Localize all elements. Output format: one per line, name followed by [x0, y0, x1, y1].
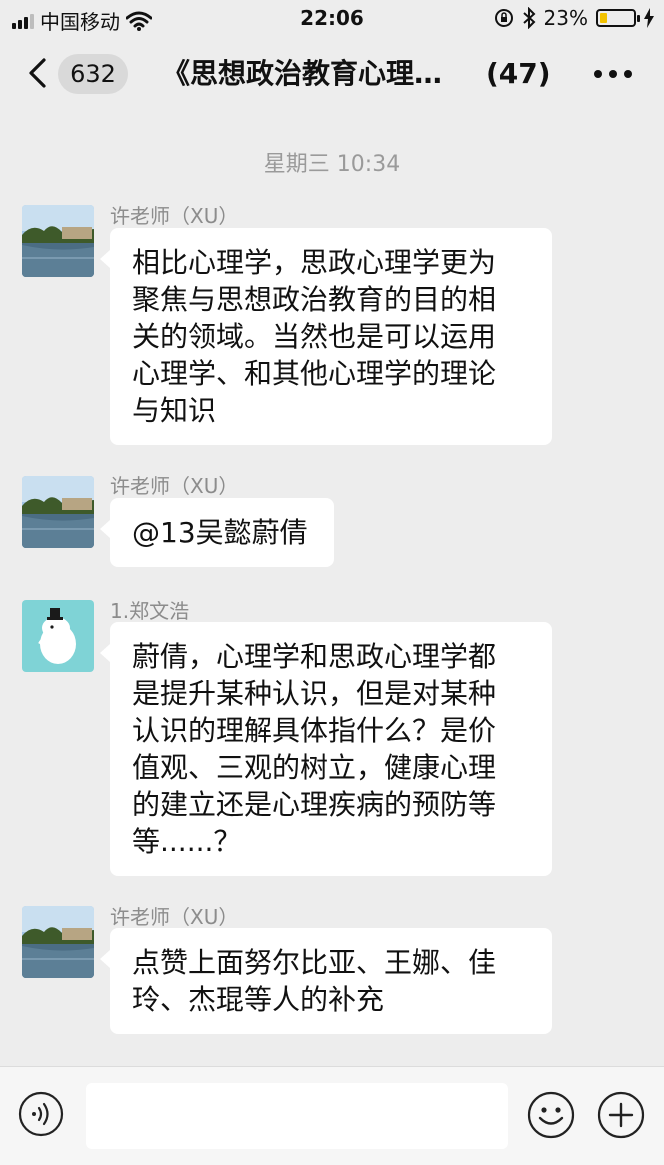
avatar[interactable] — [22, 476, 94, 548]
member-count: (47) — [486, 57, 551, 90]
message-bubble[interactable]: 点赞上面努尔比亚、王娜、佳 玲、杰琨等人的补充 — [100, 928, 552, 1034]
chat-header: 632 《思想政治教育心理… (47) — [0, 36, 664, 112]
unread-count-badge[interactable]: 632 — [58, 54, 128, 94]
message-line: 关的领域。当然也是可以运用 — [132, 320, 497, 353]
chat-title: 《思想政治教育心理… — [162, 57, 443, 90]
battery-percent: 23% — [543, 6, 588, 30]
message-line: 心理学、和其他心理学的理论 — [132, 357, 497, 390]
status-bar: 中国移动 22:06 23% — [0, 0, 664, 36]
message-bubble[interactable]: @13吴懿蔚倩 — [100, 498, 334, 567]
charging-icon — [644, 8, 654, 28]
sender-name: 许老师（XU） — [110, 905, 239, 929]
plus-icon[interactable] — [597, 1091, 645, 1139]
battery-fill — [600, 13, 607, 23]
cartoon-avatar-image — [22, 600, 94, 672]
emoji-icon[interactable] — [527, 1091, 575, 1139]
avatar[interactable] — [22, 205, 94, 277]
bluetooth-icon — [522, 7, 535, 29]
battery-icon — [596, 9, 640, 27]
message-line: 玲、杰琨等人的补充 — [132, 983, 385, 1016]
avatar[interactable] — [22, 600, 94, 672]
message-line: 认识的理解具体指什么？是价 — [132, 714, 497, 747]
avatar[interactable] — [22, 906, 94, 978]
landscape-avatar-image — [22, 476, 94, 548]
sender-name: 1.郑文浩 — [110, 599, 190, 623]
message-line: 与知识 — [132, 394, 217, 427]
orientation-lock-icon — [494, 9, 513, 27]
back-chevron-icon[interactable] — [22, 56, 56, 90]
chat-timestamp: 星期三 10:34 — [263, 152, 401, 177]
voice-icon[interactable] — [18, 1091, 64, 1137]
sender-name: 许老师（XU） — [110, 474, 239, 498]
message-line: 点赞上面努尔比亚、王娜、佳 — [132, 946, 497, 979]
message-line: 是提升某种认识，但是对某种 — [132, 677, 497, 710]
message-line: 值观、三观的树立，健康心理 — [132, 751, 497, 784]
message-line: @13吴懿蔚倩 — [132, 516, 308, 549]
message-line: 蔚倩，心理学和思政心理学都 — [132, 640, 497, 673]
message-input[interactable] — [86, 1083, 508, 1149]
message-line: 聚焦与思想政治教育的目的相 — [132, 283, 497, 316]
message-bubble[interactable]: 蔚倩，心理学和思政心理学都 是提升某种认识，但是对某种 认识的理解具体指什么？是… — [100, 622, 552, 876]
input-bar — [0, 1066, 664, 1165]
sender-name: 许老师（XU） — [110, 204, 239, 228]
message-bubble[interactable]: 相比心理学，思政心理学更为 聚焦与思想政治教育的目的相 关的领域。当然也是可以运… — [100, 228, 552, 445]
landscape-avatar-image — [22, 906, 94, 978]
message-line: 等......？ — [132, 825, 242, 858]
more-options-icon[interactable] — [594, 70, 634, 80]
message-line: 相比心理学，思政心理学更为 — [132, 246, 497, 279]
status-right: 23% — [494, 6, 654, 30]
landscape-avatar-image — [22, 205, 94, 277]
message-line: 的建立还是心理疾病的预防等 — [132, 788, 497, 821]
